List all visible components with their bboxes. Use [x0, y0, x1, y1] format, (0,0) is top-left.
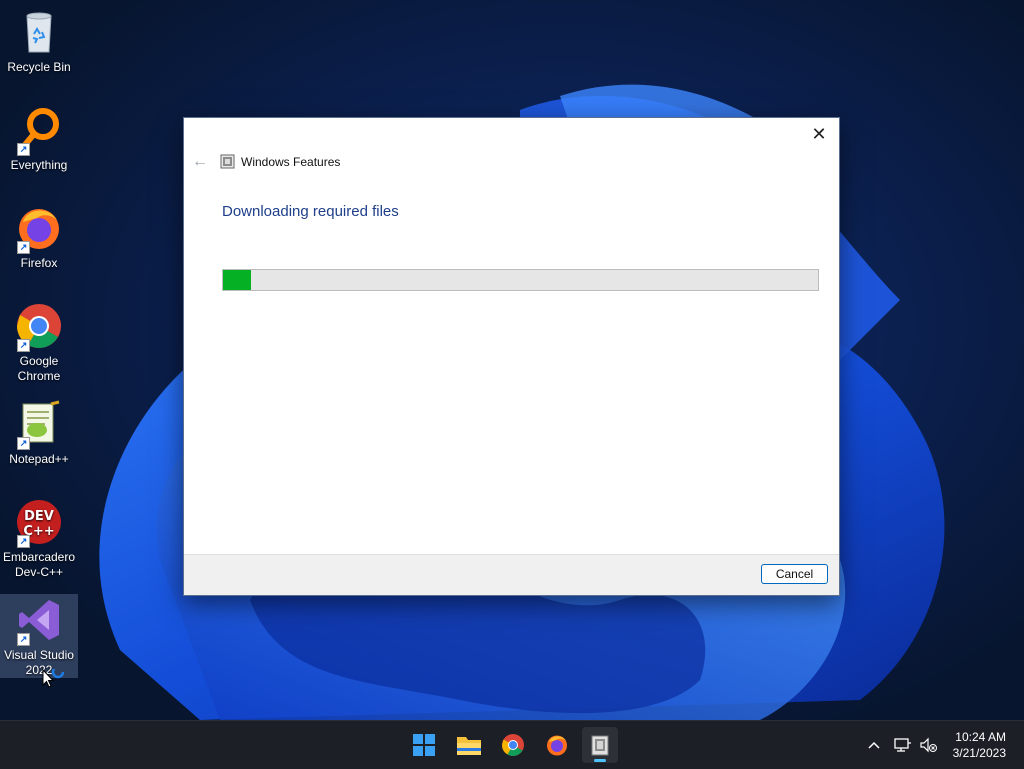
network-status-button[interactable] — [894, 721, 912, 769]
taskbar-windows-features[interactable] — [582, 727, 618, 763]
windows-features-icon — [591, 735, 609, 756]
dialog-title: Windows Features — [241, 155, 341, 169]
volume-muted-icon — [920, 737, 937, 753]
network-icon — [894, 738, 911, 752]
recycle-bin-icon — [15, 8, 63, 56]
desktop-icon-devcpp[interactable]: DEV C++ ↗ Embarcadero Dev-C++ — [0, 498, 78, 580]
shortcut-arrow-icon: ↗ — [17, 241, 30, 254]
desktop-icon-recycle-bin[interactable]: Recycle Bin — [0, 8, 78, 75]
desktop-icon-label: Embarcadero Dev-C++ — [2, 550, 76, 579]
start-button[interactable] — [406, 727, 442, 763]
devcpp-icon: DEV C++ ↗ — [15, 498, 63, 548]
chevron-up-icon — [868, 741, 880, 749]
shortcut-arrow-icon: ↗ — [17, 339, 30, 352]
running-indicator — [594, 759, 606, 762]
progress-fill — [223, 270, 251, 290]
shortcut-arrow-icon: ↗ — [17, 633, 30, 646]
notepadpp-icon: ↗ — [15, 400, 63, 450]
download-progress-bar — [222, 269, 819, 291]
back-button[interactable]: ← — [190, 152, 210, 172]
dialog-footer: Cancel — [184, 554, 839, 595]
taskbar: 10:24 AM 3/21/2023 — [0, 720, 1024, 769]
desktop-icon-visual-studio[interactable]: ↗ Visual Studio 2022 — [0, 594, 78, 678]
cancel-button[interactable]: Cancel — [761, 564, 828, 584]
windows-features-icon — [220, 154, 235, 169]
desktop-icon-label: Firefox — [20, 256, 58, 270]
shortcut-arrow-icon: ↗ — [17, 143, 30, 156]
chrome-icon: ↗ — [15, 302, 63, 352]
clock-time: 10:24 AM — [955, 730, 1006, 744]
desktop-icon-label: Notepad++ — [9, 452, 69, 466]
busy-cursor-icon — [42, 665, 68, 696]
clock-date: 3/21/2023 — [952, 746, 1006, 760]
volume-button[interactable] — [920, 721, 938, 769]
desktop-icon-label: Google Chrome — [17, 354, 61, 383]
shortcut-arrow-icon: ↗ — [17, 437, 30, 450]
back-arrow-icon: ← — [192, 153, 208, 170]
show-hidden-icons-button[interactable] — [866, 721, 882, 769]
visual-studio-icon: ↗ — [15, 596, 63, 646]
desktop-icon-label: Everything — [10, 158, 68, 172]
taskbar-file-explorer[interactable] — [451, 727, 487, 763]
desktop-icon-google-chrome[interactable]: ↗ Google Chrome — [0, 302, 78, 384]
close-button[interactable]: ✕ — [805, 122, 833, 146]
windows-features-dialog: ✕ ← Windows Features Downloading require… — [183, 117, 840, 596]
windows-start-icon — [413, 734, 435, 756]
system-clock[interactable]: 10:24 AM 3/21/2023 — [953, 729, 1006, 761]
desktop-icon-everything[interactable]: ↗ Everything — [0, 106, 78, 173]
chrome-icon — [502, 734, 524, 756]
file-explorer-icon — [457, 737, 481, 755]
desktop-icon-notepadpp[interactable]: ↗ Notepad++ — [0, 400, 78, 467]
svg-text:DEV: DEV — [24, 509, 54, 524]
shortcut-arrow-icon: ↗ — [17, 535, 30, 548]
taskbar-chrome[interactable] — [495, 727, 531, 763]
taskbar-firefox[interactable] — [539, 727, 575, 763]
desktop-icon-firefox[interactable]: ↗ Firefox — [0, 204, 78, 271]
everything-search-icon: ↗ — [15, 106, 63, 156]
firefox-icon — [547, 735, 567, 756]
desktop-icon-label: Recycle Bin — [7, 60, 71, 74]
close-icon: ✕ — [811, 123, 827, 144]
firefox-icon: ↗ — [15, 204, 63, 254]
status-heading: Downloading required files — [222, 203, 399, 220]
